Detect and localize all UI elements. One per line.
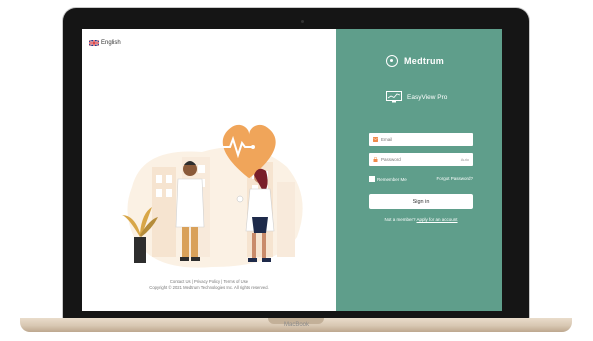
password-suffix[interactable]: Auto <box>461 157 469 162</box>
monitor-chart-icon <box>386 91 402 103</box>
email-icon <box>373 137 378 142</box>
language-label: English <box>101 40 121 46</box>
apply-account-link[interactable]: Apply for an account <box>417 217 458 222</box>
signup-text: Not a member? <box>384 217 416 222</box>
copyright-text: Copyright © 2021 Medtrum Technologies In… <box>149 285 269 290</box>
sign-in-button[interactable]: Sign in <box>369 194 473 209</box>
forgot-password-link[interactable]: Forgot Password? <box>430 176 473 181</box>
lock-icon <box>373 157 378 162</box>
email-field[interactable] <box>369 133 473 146</box>
password-input[interactable] <box>381 157 451 162</box>
illustration-pane: English Contact Us | Privacy Policy | Te… <box>82 29 336 311</box>
doctors-illustration <box>122 124 303 268</box>
remember-me[interactable]: Remember Me <box>369 176 407 182</box>
brand-logo: Medtrum <box>386 55 444 67</box>
medtrum-logo-icon <box>386 55 398 67</box>
email-input[interactable] <box>381 137 451 142</box>
login-pane: Medtrum EasyView Pro Auto Remember Me Fo… <box>336 29 502 311</box>
privacy-link[interactable]: Privacy Policy <box>194 279 220 284</box>
screen: English Contact Us | Privacy Policy | Te… <box>82 29 502 311</box>
uk-flag-icon <box>89 40 99 46</box>
remember-label: Remember Me <box>377 176 407 182</box>
signup-prompt: Not a member? Apply for an account <box>369 217 473 222</box>
footer: Contact Us | Privacy Policy | Terms of U… <box>82 279 336 291</box>
language-selector[interactable]: English <box>89 40 121 46</box>
product-title: EasyView Pro <box>386 91 447 103</box>
device-label: MacBook <box>283 322 309 328</box>
contact-link[interactable]: Contact Us <box>170 279 191 284</box>
camera-icon <box>301 20 304 23</box>
product-name: EasyView Pro <box>407 93 448 101</box>
footer-separator: | <box>191 279 193 284</box>
password-field[interactable]: Auto <box>369 153 473 166</box>
brand-name: Medtrum <box>404 56 445 66</box>
terms-link[interactable]: Terms of Use <box>223 279 248 284</box>
remember-checkbox[interactable] <box>369 176 375 182</box>
